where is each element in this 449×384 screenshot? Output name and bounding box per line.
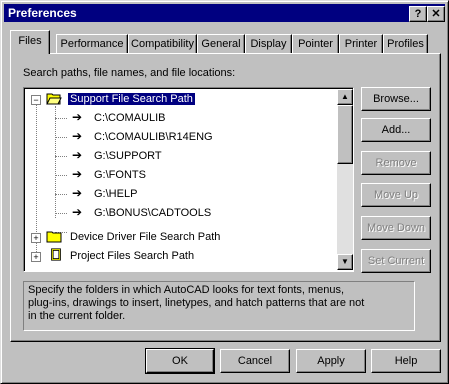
ok-button[interactable]: OK [145,348,215,374]
tree-branch [55,194,67,195]
tree-branch [55,118,67,119]
search-path-tree[interactable]: − Support File Search Path ➔ C:\COMAULIB… [23,87,354,272]
move-up-button[interactable]: Move Up [361,183,431,207]
tab-printer[interactable]: Printer [339,34,383,53]
tree-branch [55,137,67,138]
expand-icon[interactable]: + [31,252,41,262]
close-icon[interactable]: ✕ [427,6,445,22]
scroll-up-icon[interactable]: ▲ [337,89,353,105]
tree-child-path[interactable]: C:\COMAULIB [94,109,166,127]
search-paths-label: Search paths, file names, and file locat… [23,67,236,79]
tree-line-root [36,102,37,252]
tree-branch [55,156,67,157]
open-folder-icon [46,93,62,105]
tree-child-path[interactable]: C:\COMAULIB\R14ENG [94,128,213,146]
tab-general[interactable]: General [197,34,245,53]
tree-scrollbar[interactable]: ▲ ▼ [337,89,353,270]
tab-compatibility[interactable]: Compatibility [128,34,197,53]
tab-display[interactable]: Display [245,34,292,53]
collapse-icon[interactable]: − [31,95,41,105]
add-button[interactable]: Add... [361,118,431,142]
remove-button[interactable]: Remove [361,151,431,175]
tab-pointer[interactable]: Pointer [292,34,339,53]
tree-child-path[interactable]: G:\FONTS [94,166,146,184]
tree-child-path[interactable]: G:\HELP [94,185,137,203]
tree-line-children [55,106,56,218]
tab-files[interactable]: Files [10,30,50,54]
expand-icon[interactable]: + [31,233,41,243]
arrow-icon: ➔ [72,167,83,181]
scroll-down-icon[interactable]: ▼ [337,254,353,270]
tree-node-project-files-path[interactable]: Project Files Search Path [70,247,194,265]
help-button[interactable]: Help [371,349,441,373]
help-title-button[interactable]: ? [409,6,427,22]
cancel-button[interactable]: Cancel [220,349,290,373]
folder-icon [46,231,62,243]
description-text: Specify the folders in which AutoCAD loo… [23,281,415,331]
apply-button[interactable]: Apply [296,349,366,373]
tree-root-support-path[interactable]: Support File Search Path [67,90,196,108]
arrow-icon: ➔ [72,148,83,162]
arrow-icon: ➔ [72,205,83,219]
tree-root-label: Support File Search Path [67,92,196,106]
window-title: Preferences [8,6,77,20]
browse-button[interactable]: Browse... [361,87,431,111]
tree-child-path[interactable]: G:\SUPPORT [94,147,162,165]
tree-branch [55,213,67,214]
arrow-icon: ➔ [72,110,83,124]
arrow-icon: ➔ [72,129,83,143]
tree-branch [55,175,67,176]
scroll-thumb[interactable] [337,105,353,164]
project-file-icon [51,248,61,261]
tab-profiles[interactable]: Profiles [383,34,428,53]
move-down-button[interactable]: Move Down [361,216,431,240]
tab-performance[interactable]: Performance [56,34,128,53]
arrow-icon: ➔ [72,186,83,200]
tree-node-device-driver-path[interactable]: Device Driver File Search Path [70,228,220,246]
title-bar[interactable]: Preferences ? ✕ [4,4,445,22]
tree-child-path[interactable]: G:\BONUS\CADTOOLS [94,204,211,222]
set-current-button[interactable]: Set Current [361,249,431,273]
